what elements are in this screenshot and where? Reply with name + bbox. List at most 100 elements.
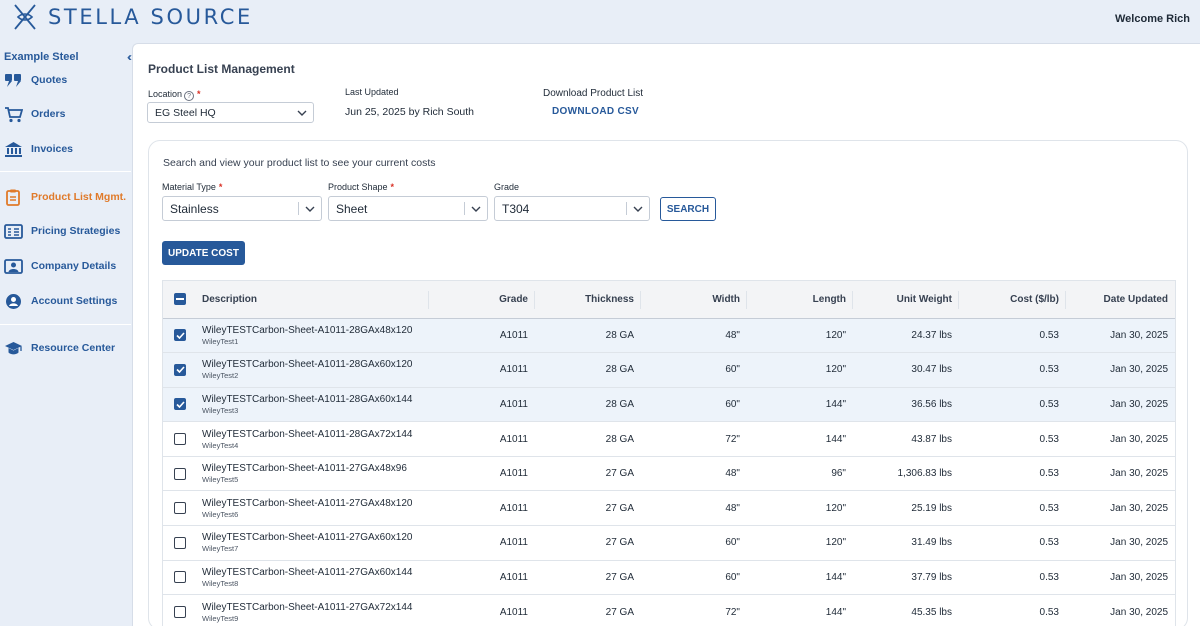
thickness-cell: 28 GA (605, 433, 634, 445)
welcome-user[interactable]: Welcome Rich (1115, 13, 1190, 25)
column-header-length[interactable]: Length (747, 281, 853, 318)
sidebar-item-label: Account Settings (31, 295, 118, 307)
help-icon[interactable]: ? (184, 91, 195, 101)
unit-weight-cell: 45.35 lbs (911, 606, 952, 618)
product-description: WileyTESTCarbon-Sheet-A1011-27GAx60x144 (202, 566, 413, 578)
table-row[interactable]: WileyTESTCarbon-Sheet-A1011-28GAx60x144 W… (163, 387, 1175, 422)
column-header-grade[interactable]: Grade (429, 281, 535, 318)
page-title: Product List Management (148, 62, 295, 76)
search-button[interactable]: SEARCH (660, 197, 716, 221)
grade-cell: A1011 (499, 571, 528, 583)
unit-weight-cell: 43.87 lbs (911, 433, 952, 445)
grade-value: T304 (502, 201, 530, 216)
collapse-sidebar-icon[interactable]: ‹‹ (127, 50, 132, 64)
product-shape-value: Sheet (336, 201, 368, 216)
company-icon (4, 258, 23, 274)
date-updated-cell: Jan 30, 2025 (1110, 606, 1168, 618)
sidebar-item-invoices[interactable]: Invoices (4, 139, 73, 159)
width-cell: 60" (725, 571, 740, 583)
row-checkbox[interactable] (174, 606, 186, 619)
location-value: EG Steel HQ (155, 106, 216, 119)
table-row[interactable]: WileyTESTCarbon-Sheet-A1011-28GAx48x120 W… (163, 318, 1175, 353)
thickness-cell: 27 GA (605, 537, 634, 549)
date-updated-cell: Jan 30, 2025 (1110, 571, 1168, 583)
row-checkbox-cell (163, 422, 197, 457)
brand-logo[interactable]: STELLA SOURCE (13, 4, 253, 30)
select-all-header (163, 281, 197, 318)
cost-cell: 0.53 (1039, 364, 1059, 376)
column-header-unit-weight[interactable]: Unit Weight (853, 281, 959, 318)
account-settings-icon (6, 293, 21, 309)
column-header-description[interactable]: Description (197, 281, 429, 318)
row-checkbox-cell (163, 526, 197, 561)
table-row[interactable]: WileyTESTCarbon-Sheet-A1011-28GAx60x120 W… (163, 352, 1175, 388)
width-cell: 60" (725, 398, 740, 410)
thickness-cell: 27 GA (605, 502, 634, 514)
quote-icon (5, 73, 21, 87)
column-header-width[interactable]: Width (641, 281, 747, 318)
width-cell: 60" (725, 537, 740, 549)
stella-logo-icon (14, 4, 36, 30)
material-type-select[interactable]: Stainless (162, 196, 322, 221)
product-description: WileyTESTCarbon-Sheet-A1011-27GAx72x144 (202, 601, 413, 613)
cost-cell: 0.53 (1039, 433, 1059, 445)
brand-name: STELLA SOURCE (48, 5, 253, 29)
required-marker: * (390, 182, 395, 192)
sidebar-item-label: Company Details (31, 260, 117, 272)
column-header-date-updated[interactable]: Date Updated (1066, 281, 1175, 318)
cost-cell: 0.53 (1039, 468, 1059, 480)
product-shape-select[interactable]: Sheet (328, 196, 488, 221)
row-checkbox[interactable] (174, 467, 186, 480)
row-checkbox[interactable] (174, 363, 186, 376)
product-description: WileyTESTCarbon-Sheet-A1011-28GAx60x144 (202, 393, 413, 405)
row-checkbox[interactable] (174, 536, 186, 549)
row-checkbox[interactable] (174, 398, 186, 411)
column-header-cost[interactable]: Cost ($/lb) (959, 281, 1066, 318)
column-header-thickness[interactable]: Thickness (535, 281, 641, 318)
unit-weight-cell: 31.49 lbs (911, 537, 952, 549)
table-row[interactable]: WileyTESTCarbon-Sheet-A1011-27GAx48x120 W… (163, 491, 1175, 526)
update-cost-button[interactable]: UPDATE COST (162, 241, 245, 265)
sidebar-item-pricing-strategies[interactable]: Pricing Strategies (4, 221, 120, 241)
chevron-down-icon (627, 197, 649, 220)
sidebar-item-product-list[interactable]: Product List Mgmt. (4, 187, 126, 207)
row-checkbox[interactable] (174, 329, 186, 342)
sidebar-item-label: Orders (31, 108, 66, 120)
row-checkbox[interactable] (174, 433, 186, 446)
sidebar-item-quotes[interactable]: Quotes (4, 70, 67, 90)
location-select[interactable]: EG Steel HQ (147, 102, 314, 123)
grade-select[interactable]: T304 (494, 196, 650, 221)
sidebar-item-label: Invoices (31, 143, 74, 155)
row-checkbox-cell (163, 353, 197, 388)
date-updated-cell: Jan 30, 2025 (1110, 329, 1168, 341)
table-row[interactable]: WileyTESTCarbon-Sheet-A1011-27GAx48x96 Wi… (163, 456, 1175, 491)
sidebar-item-account-settings[interactable]: Account Settings (4, 291, 117, 311)
select-all-checkbox[interactable] (174, 293, 186, 306)
row-checkbox[interactable] (174, 571, 186, 584)
material-type-label: Material Type * (162, 182, 223, 192)
sidebar: Example Steel ‹‹ Quotes Orders Invoices (0, 42, 132, 626)
sidebar-item-resource-center[interactable]: Resource Center (4, 338, 115, 358)
grade-cell: A1011 (499, 433, 528, 445)
unit-weight-cell: 1,306.83 lbs (897, 468, 953, 480)
download-csv-link[interactable]: DOWNLOAD CSV (552, 106, 639, 117)
thickness-cell: 27 GA (605, 468, 634, 480)
sidebar-item-label: Pricing Strategies (31, 225, 121, 237)
table-row[interactable]: WileyTESTCarbon-Sheet-A1011-27GAx60x120 W… (163, 526, 1175, 561)
grade-cell: A1011 (499, 606, 528, 618)
description-cell: WileyTESTCarbon-Sheet-A1011-27GAx72x144 W… (197, 595, 429, 626)
date-updated-cell: Jan 30, 2025 (1110, 364, 1168, 376)
sidebar-item-company-details[interactable]: Company Details (4, 256, 116, 276)
unit-weight-cell: 25.19 lbs (911, 502, 952, 514)
thickness-cell: 27 GA (605, 606, 634, 618)
table-row[interactable]: WileyTESTCarbon-Sheet-A1011-27GAx72x144 W… (163, 595, 1175, 626)
product-sku: WileyTest2 (202, 371, 239, 381)
row-checkbox[interactable] (174, 502, 186, 515)
description-cell: WileyTESTCarbon-Sheet-A1011-27GAx60x120 W… (197, 526, 429, 561)
table-row[interactable]: WileyTESTCarbon-Sheet-A1011-27GAx60x144 W… (163, 560, 1175, 595)
table-row[interactable]: WileyTESTCarbon-Sheet-A1011-28GAx72x144 W… (163, 422, 1175, 457)
sidebar-item-orders[interactable]: Orders (4, 104, 65, 124)
description-cell: WileyTESTCarbon-Sheet-A1011-27GAx60x144 W… (197, 560, 429, 595)
product-description: WileyTESTCarbon-Sheet-A1011-27GAx60x120 (202, 532, 413, 544)
product-sku: WileyTest3 (202, 405, 239, 415)
